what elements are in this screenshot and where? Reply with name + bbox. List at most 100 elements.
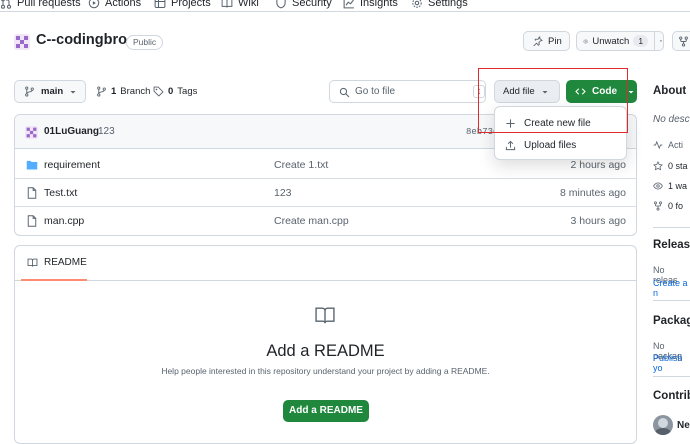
pulse-icon <box>653 140 663 150</box>
unwatch-label: Unwatch <box>592 35 630 47</box>
pin-icon <box>533 35 543 46</box>
play-icon <box>88 0 100 9</box>
eye-icon <box>653 182 663 190</box>
add-readme-button[interactable]: Add a README <box>283 400 369 422</box>
contributors-heading[interactable]: Contrib <box>653 390 690 402</box>
file-name[interactable]: requirement <box>44 159 100 171</box>
forks-link[interactable]: 0 fo <box>653 201 683 211</box>
branch-icon <box>97 86 106 97</box>
sidebar-divider <box>653 227 690 228</box>
file-icon <box>27 215 37 227</box>
branch-icon <box>25 86 34 97</box>
eye-icon <box>583 39 589 43</box>
publish-package-link[interactable]: Publish yo <box>653 353 690 373</box>
nav-settings[interactable]: Settings <box>411 0 468 9</box>
readme-tab-bar: README <box>15 246 636 281</box>
search-icon <box>339 87 350 98</box>
button-divider <box>654 32 656 50</box>
upload-icon <box>505 140 516 150</box>
star-icon <box>653 161 663 171</box>
nav-projects[interactable]: Projects <box>154 0 211 9</box>
file-icon <box>27 187 37 199</box>
fork-button[interactable] <box>672 31 690 51</box>
about-description: No desc <box>653 114 690 125</box>
nav-actions[interactable]: Actions <box>88 0 141 9</box>
tags-link[interactable]: 0 Tags <box>153 86 197 97</box>
packages-heading[interactable]: Packag <box>653 315 690 327</box>
about-heading: About <box>653 85 687 97</box>
releases-heading[interactable]: Releas <box>653 239 690 251</box>
branches-link[interactable]: 1 Branch <box>96 86 150 97</box>
branch-selector[interactable]: main <box>14 80 86 103</box>
fork-icon <box>679 35 688 47</box>
contributor-avatar[interactable] <box>653 415 673 435</box>
nav-label: Settings <box>428 0 468 9</box>
repo-name[interactable]: C--codingbro <box>36 32 127 48</box>
activity-link[interactable]: Acti <box>653 140 683 150</box>
nav-label: Pull requests <box>17 0 81 9</box>
commit-author[interactable]: 01LuGuang <box>44 126 99 137</box>
upload-files-item[interactable]: Upload files <box>495 134 626 156</box>
unwatch-button[interactable]: Unwatch 1 <box>576 31 664 51</box>
branch-count: 1 <box>111 86 117 97</box>
nav-wiki[interactable]: Wiki <box>221 0 259 9</box>
nav-insights[interactable]: Insights <box>343 0 398 9</box>
activity-label: Acti <box>668 140 684 150</box>
chevron-down-icon <box>659 40 663 42</box>
nav-label: Projects <box>171 0 211 9</box>
file-commit-message[interactable]: Create 1.txt <box>274 159 328 171</box>
menu-item-label: Upload files <box>524 139 577 151</box>
repo-owner-avatar[interactable] <box>14 34 30 50</box>
go-to-file-placeholder: Go to file <box>355 86 396 97</box>
shield-icon <box>276 0 286 9</box>
readme-description: Help people interested in this repositor… <box>161 366 490 376</box>
file-row[interactable]: man.cpp Create man.cpp 3 hours ago <box>15 207 636 235</box>
file-age: 2 hours ago <box>570 159 626 171</box>
nav-security[interactable]: Security <box>275 0 332 9</box>
tag-count-label: Tags <box>177 86 198 97</box>
folder-icon <box>26 160 38 170</box>
watch-count: 1 <box>633 35 649 47</box>
stars-count: 0 sta <box>668 161 688 171</box>
branch-name: main <box>41 86 64 97</box>
nav-label: Insights <box>360 0 398 9</box>
tab-readme[interactable]: README <box>21 246 87 281</box>
watching-link[interactable]: 1 wa <box>653 181 687 191</box>
graph-icon <box>343 0 354 9</box>
file-commit-message[interactable]: Create man.cpp <box>274 215 349 227</box>
readme-title: Add a README <box>266 342 385 360</box>
gear-icon <box>412 0 422 8</box>
file-age: 3 hours ago <box>570 215 626 227</box>
chevron-down-icon <box>628 90 634 93</box>
highlight-box <box>478 68 628 133</box>
branch-count-label: Branch <box>120 86 151 97</box>
book-icon <box>27 258 38 267</box>
watching-count: 1 wa <box>668 181 688 191</box>
nav-label: Actions <box>105 0 142 9</box>
visibility-badge: Public <box>126 35 164 50</box>
readme-tab-label: README <box>44 257 87 268</box>
nav-pull-requests[interactable]: Pull requests <box>0 0 81 9</box>
tag-count: 0 <box>168 86 174 97</box>
pin-button[interactable]: Pin <box>523 31 570 51</box>
nav-label: Wiki <box>238 0 259 9</box>
contributor-name[interactable]: Ne <box>677 420 690 431</box>
commit-message[interactable]: 123 <box>98 126 115 137</box>
author-avatar[interactable] <box>25 126 38 139</box>
pin-label: Pin <box>548 35 562 47</box>
stars-link[interactable]: 0 sta <box>653 161 688 171</box>
create-release-link[interactable]: Create a n <box>653 278 690 298</box>
fork-icon <box>654 201 662 211</box>
go-to-file-search[interactable]: Go to file t <box>329 80 486 103</box>
tag-icon <box>153 86 164 97</box>
file-row[interactable]: Test.txt 123 8 minutes ago <box>15 179 636 207</box>
readme-panel: README Add a README Help people interest… <box>14 245 637 444</box>
file-commit-message[interactable]: 123 <box>274 187 292 199</box>
file-name[interactable]: man.cpp <box>44 215 84 227</box>
pull-request-icon <box>0 0 12 9</box>
book-icon <box>315 307 335 324</box>
chevron-down-icon <box>70 90 76 93</box>
file-name[interactable]: Test.txt <box>44 187 77 199</box>
nav-label: Security <box>292 0 332 9</box>
sidebar-divider <box>653 376 690 377</box>
